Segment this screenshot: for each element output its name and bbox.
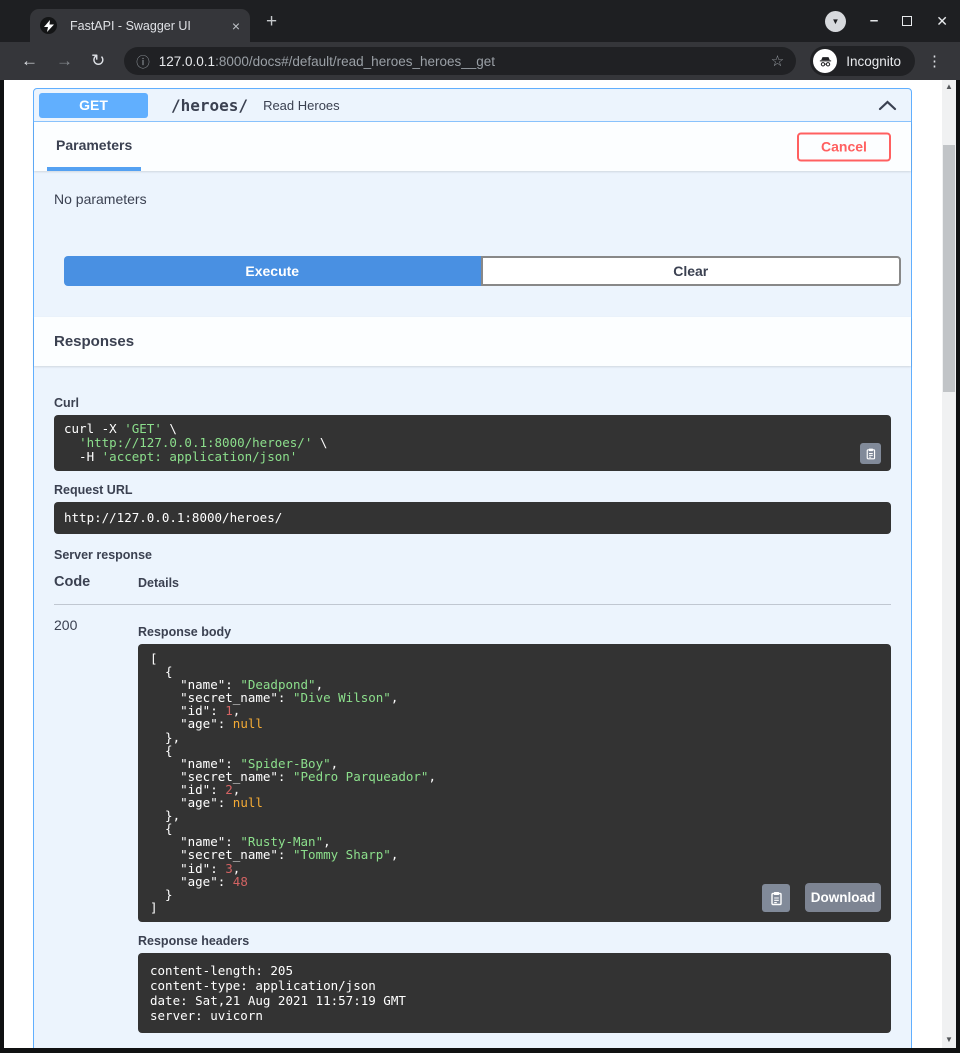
fastapi-favicon-icon — [40, 17, 57, 34]
operation-summary: Read Heroes — [263, 98, 340, 113]
incognito-label: Incognito — [846, 54, 901, 69]
responses-body: Curl curl -X 'GET' \ 'http://127.0.0.1:8… — [34, 366, 911, 1053]
response-table-row: 200 Response body [ { "name": "Deadpond"… — [54, 605, 891, 1033]
browser-titlebar: FastAPI - Swagger UI × + ▼ – ✕ — [0, 0, 960, 42]
maximize-button[interactable] — [902, 16, 912, 26]
curl-label: Curl — [54, 396, 891, 410]
tab-close-icon[interactable]: × — [232, 18, 240, 34]
tab-parameters[interactable]: Parameters — [47, 122, 141, 171]
url-host: 127.0.0.1 — [159, 54, 215, 69]
parameters-body: No parameters Execute Clear — [34, 171, 911, 317]
status-code: 200 — [54, 617, 138, 1033]
response-details: Response body [ { "name": "Deadpond", "s… — [138, 617, 891, 1033]
response-headers-code: content-length: 205 content-type: applic… — [150, 963, 406, 1023]
request-url-label: Request URL — [54, 483, 891, 497]
curl-command: curl -X 'GET' \ 'http://127.0.0.1:8000/h… — [54, 415, 891, 471]
execute-button[interactable]: Execute — [64, 256, 481, 286]
server-response-label: Server response — [54, 548, 891, 562]
response-headers-block: content-length: 205 content-type: applic… — [138, 953, 891, 1033]
minimize-button[interactable]: – — [870, 16, 878, 26]
details-column-header: Details — [138, 574, 891, 590]
operation-path: /heroes/ — [171, 96, 248, 115]
curl-copy-button[interactable] — [860, 443, 881, 464]
download-button[interactable]: Download — [805, 883, 881, 912]
window-edge-right — [956, 80, 960, 1053]
no-parameters-text: No parameters — [54, 191, 911, 207]
bookmark-star-icon[interactable]: ☆ — [771, 52, 784, 70]
page-scrollbar[interactable]: ▲ ▼ — [942, 80, 956, 1053]
response-body-code: [ { "name": "Deadpond", "secret_name": "… — [150, 651, 436, 915]
responses-header: Responses — [34, 317, 911, 366]
execute-row: Execute Clear — [64, 256, 901, 286]
operation-header[interactable]: GET /heroes/ Read Heroes — [34, 89, 911, 122]
opblock-get-heroes: GET /heroes/ Read Heroes Parameters Canc… — [33, 88, 912, 1053]
request-url-value: http://127.0.0.1:8000/heroes/ — [54, 502, 891, 534]
response-copy-button[interactable] — [762, 884, 790, 912]
url-path: :8000/docs#/default/read_heroes_heroes__… — [215, 54, 495, 69]
close-window-button[interactable]: ✕ — [936, 13, 948, 30]
curl-code: curl -X 'GET' \ 'http://127.0.0.1:8000/h… — [64, 421, 327, 464]
reload-icon[interactable]: ↻ — [91, 51, 105, 71]
window-edge-left — [0, 80, 4, 1053]
parameters-title: Parameters — [56, 137, 132, 153]
window-edge-bottom — [0, 1048, 960, 1053]
response-body-label: Response body — [138, 625, 891, 639]
browser-menu-icon[interactable]: ⋮ — [927, 52, 942, 70]
responses-title: Responses — [54, 333, 134, 350]
collapse-chevron-icon[interactable] — [878, 100, 897, 111]
method-badge: GET — [39, 93, 148, 118]
url-text: 127.0.0.1:8000/docs#/default/read_heroes… — [159, 54, 495, 69]
incognito-icon — [813, 49, 837, 73]
page-info-icon[interactable]: ⓘ — [136, 51, 150, 71]
response-body-block: [ { "name": "Deadpond", "secret_name": "… — [138, 644, 891, 922]
back-icon[interactable]: ← — [21, 51, 38, 71]
cancel-button[interactable]: Cancel — [797, 132, 891, 161]
address-bar[interactable]: ⓘ 127.0.0.1:8000/docs#/default/read_hero… — [124, 47, 796, 75]
browser-toolbar: ← → ↻ ⓘ 127.0.0.1:8000/docs#/default/rea… — [0, 42, 960, 80]
response-table-header: Code Details — [54, 574, 891, 605]
scroll-down-icon[interactable]: ▼ — [942, 1033, 956, 1047]
window-dropdown-icon[interactable]: ▼ — [825, 11, 846, 32]
browser-tab[interactable]: FastAPI - Swagger UI × — [30, 9, 250, 42]
new-tab-button[interactable]: + — [266, 12, 277, 31]
response-headers-label: Response headers — [138, 934, 891, 948]
code-column-header: Code — [54, 574, 138, 590]
scrollbar-thumb[interactable] — [943, 145, 955, 392]
page-content: GET /heroes/ Read Heroes Parameters Canc… — [0, 80, 960, 1053]
forward-icon[interactable]: → — [56, 51, 73, 71]
incognito-badge: Incognito — [810, 46, 915, 76]
parameters-header: Parameters Cancel — [34, 122, 911, 171]
scroll-up-icon[interactable]: ▲ — [942, 80, 956, 94]
clear-button[interactable]: Clear — [481, 256, 902, 286]
window-controls: ▼ – ✕ — [825, 0, 948, 42]
tab-title: FastAPI - Swagger UI — [70, 19, 224, 33]
